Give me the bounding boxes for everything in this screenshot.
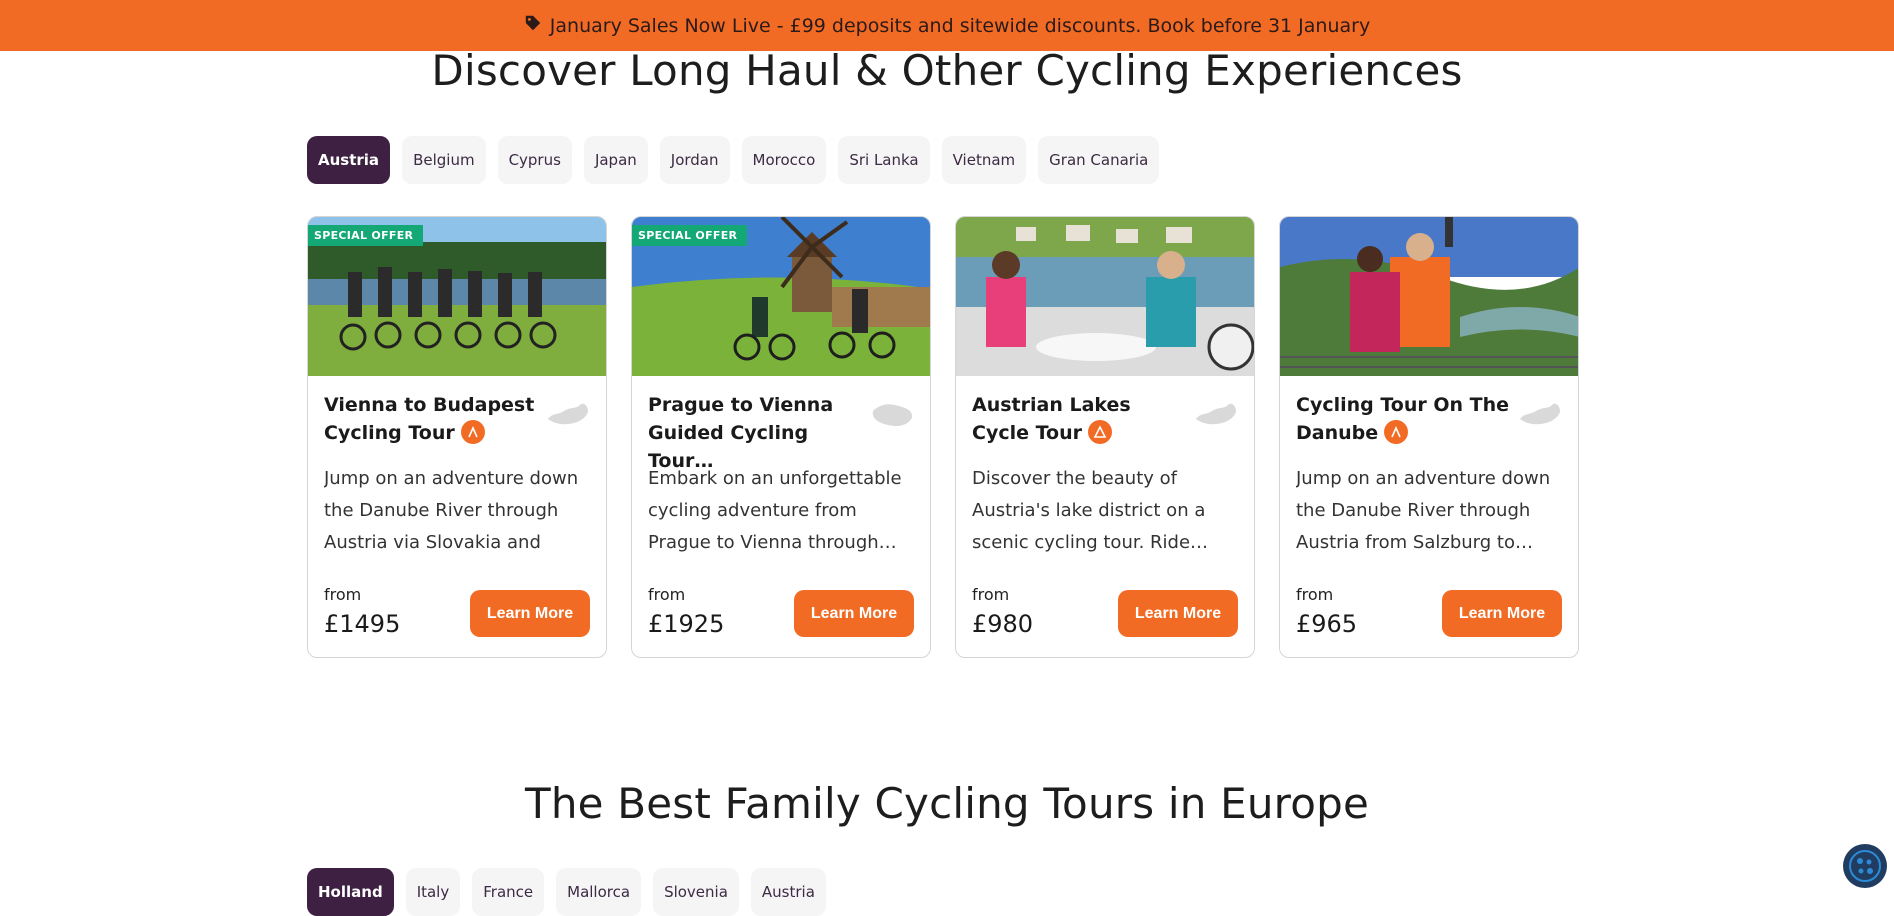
from-label: from (1296, 585, 1334, 604)
special-offer-badge: SPECIAL OFFER (308, 225, 424, 246)
tour-price: £965 (1296, 610, 1358, 638)
from-label: from (972, 585, 1010, 604)
tour-card[interactable]: Cycling Tour On The Danube Jump on an ad… (1279, 216, 1579, 658)
section-title-long-haul: Discover Long Haul & Other Cycling Exper… (431, 46, 1463, 95)
difficulty-icon (1088, 419, 1112, 444)
tab-austria-family[interactable]: Austria (750, 868, 826, 916)
learn-more-button[interactable]: Learn More (1442, 590, 1562, 637)
tab-slovenia[interactable]: Slovenia (653, 868, 739, 916)
tour-cards: SPECIAL OFFER Vienna to Budapest Cycling… (307, 216, 1579, 658)
tour-card[interactable]: SPECIAL OFFER Vienna to Budapest Cycling… (307, 216, 607, 658)
tour-card[interactable]: Austrian Lakes Cycle Tour Discover the b… (955, 216, 1255, 658)
cookie-settings-button[interactable] (1843, 844, 1887, 888)
tab-cyprus[interactable]: Cyprus (497, 136, 572, 184)
country-tabs: Austria Belgium Cyprus Japan Jordan Moro… (307, 136, 1160, 184)
tour-description: Jump on an adventure down the Danube Riv… (1296, 468, 1551, 553)
tab-italy[interactable]: Italy (405, 868, 461, 916)
tour-description: Embark on an unforgettable cycling adven… (648, 468, 902, 553)
tab-morocco[interactable]: Morocco (741, 136, 827, 184)
special-offer-badge: SPECIAL OFFER (632, 225, 748, 246)
family-country-tabs: Holland Italy France Mallorca Slovenia A… (307, 868, 826, 916)
tab-mallorca[interactable]: Mallorca (556, 868, 642, 916)
tab-sri-lanka[interactable]: Sri Lanka (838, 136, 930, 184)
tour-photo[interactable] (956, 217, 1254, 376)
difficulty-icon (1384, 419, 1409, 444)
austria-map-icon (1520, 403, 1560, 425)
promo-banner-text: January Sales Now Live - £99 deposits an… (549, 14, 1371, 37)
tour-price: £980 (972, 610, 1034, 638)
tour-description: Jump on an adventure down the Danube Riv… (324, 468, 579, 553)
tab-france[interactable]: France (472, 868, 545, 916)
tour-description: Discover the beauty of Austria's lake di… (972, 468, 1209, 553)
difficulty-icon (460, 419, 485, 444)
tab-jordan[interactable]: Jordan (659, 136, 730, 184)
austria-map-icon (548, 403, 588, 425)
learn-more-button[interactable]: Learn More (470, 590, 590, 637)
tour-title[interactable]: Austrian Lakes Cycle Tour (972, 391, 1187, 447)
learn-more-button[interactable]: Learn More (794, 590, 914, 637)
tab-austria[interactable]: Austria (307, 136, 391, 184)
tour-title[interactable]: Cycling Tour On The Danube (1296, 391, 1511, 447)
tour-photo[interactable] (1280, 217, 1578, 376)
tag-icon (524, 14, 542, 37)
tour-title-text: Prague to Vienna Guided Cycling Tour… (648, 394, 834, 472)
tab-vietnam[interactable]: Vietnam (941, 136, 1027, 184)
austria-map-icon (1196, 403, 1236, 425)
tab-holland[interactable]: Holland (307, 868, 394, 916)
learn-more-button[interactable]: Learn More (1118, 590, 1238, 637)
from-label: from (648, 585, 686, 604)
tab-belgium[interactable]: Belgium (402, 136, 486, 184)
tour-card[interactable]: SPECIAL OFFER Prague to Vienna Guided Cy… (631, 216, 931, 658)
tour-photo[interactable]: SPECIAL OFFER (308, 217, 606, 376)
tab-gran-canaria[interactable]: Gran Canaria (1038, 136, 1160, 184)
tour-price: £1495 (324, 610, 401, 638)
tour-photo[interactable]: SPECIAL OFFER (632, 217, 930, 376)
from-label: from (324, 585, 362, 604)
tab-japan[interactable]: Japan (583, 136, 648, 184)
cookie-icon (1849, 850, 1881, 882)
tour-price: £1925 (648, 610, 725, 638)
czech-map-icon (872, 404, 913, 427)
section-title-family: The Best Family Cycling Tours in Europe (524, 779, 1370, 828)
tour-title[interactable]: Vienna to Budapest Cycling Tour (324, 391, 539, 447)
promo-banner[interactable]: January Sales Now Live - £99 deposits an… (0, 0, 1894, 51)
tour-title-text: Vienna to Budapest Cycling Tour (324, 394, 535, 444)
